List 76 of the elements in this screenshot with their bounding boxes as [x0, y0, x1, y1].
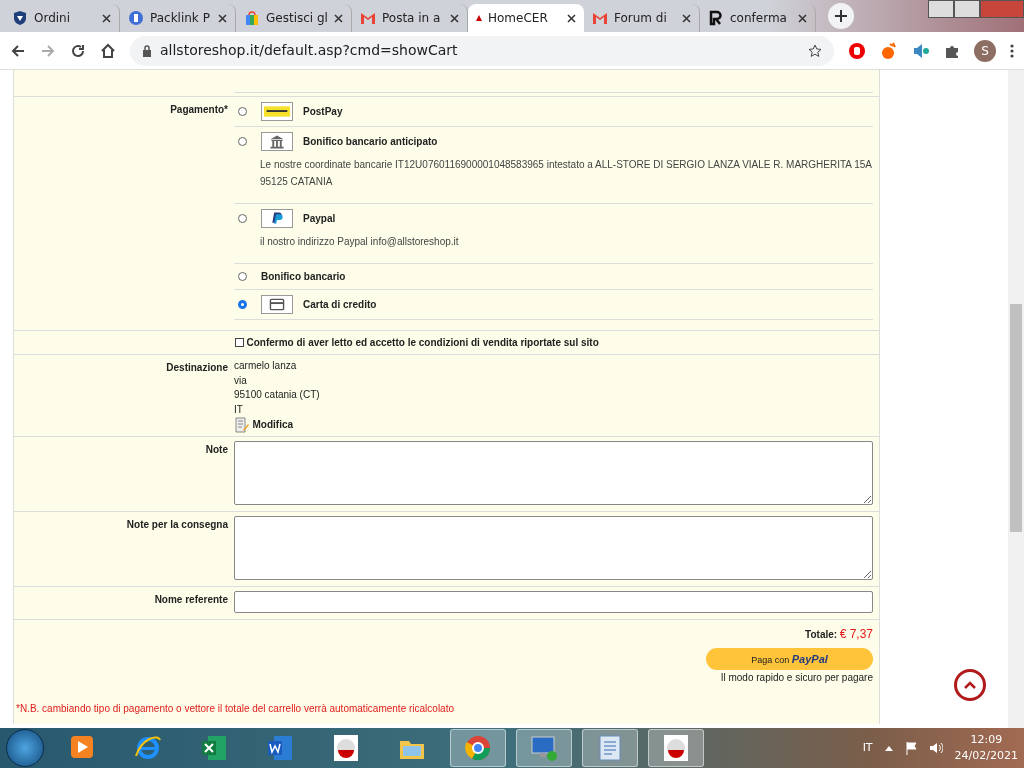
- caret-up-icon: [964, 681, 976, 689]
- text-area[interactable]: [234, 441, 873, 505]
- footnote: *N.B. cambiando tipo di pagamento o vettore il totale del carrello verrà automaticamente ricalcolato: [15, 702, 455, 716]
- field-label: Note per la consegna: [125, 518, 229, 532]
- lock-icon: [142, 44, 152, 57]
- close-icon[interactable]: [102, 13, 111, 23]
- reload-icon[interactable]: [70, 42, 86, 59]
- total-label: Totale:: [805, 628, 838, 642]
- payment-option-label[interactable]: Paypal: [303, 211, 336, 226]
- menu-icon[interactable]: [1010, 42, 1014, 59]
- mail-icon: [592, 10, 608, 26]
- field-label: Pagamento*: [169, 103, 229, 117]
- home-icon[interactable]: [100, 42, 116, 59]
- payment-option-label[interactable]: Bonifico bancario: [261, 269, 346, 284]
- field-label: Nome referente: [153, 593, 229, 607]
- logo-icon[interactable]: [880, 41, 898, 60]
- url-text: allstoreshop.it/default.asp?cmd=showCart: [160, 41, 459, 60]
- paypal-button[interactable]: Paga con PayPal: [706, 648, 873, 670]
- taskbar-app[interactable]: [516, 729, 572, 767]
- flag-icon[interactable]: [904, 741, 917, 755]
- radio-button[interactable]: [238, 214, 247, 223]
- caret-up-icon[interactable]: [884, 745, 893, 751]
- shield-icon: [12, 10, 28, 26]
- radio-button[interactable]: [238, 137, 247, 146]
- browser-tab[interactable]: HomeCER: [468, 4, 584, 32]
- radio-button[interactable]: [238, 300, 247, 309]
- star-icon[interactable]: [808, 43, 822, 58]
- edit-note-icon: [234, 417, 250, 433]
- badge-icon: [128, 10, 144, 26]
- text-area[interactable]: [234, 516, 873, 580]
- payment-option-label[interactable]: Bonifico bancario anticipato: [303, 134, 438, 149]
- volume-icon[interactable]: [928, 741, 943, 755]
- payment-note: Le nostre coordinate bancarie IT12U0760116900001048583965 intestato a ALL-STORE DI SERGIO LANZA VIALE R. MARGHERITA 15A 95125 CATANIA: [259, 158, 873, 189]
- mail-icon: [360, 10, 376, 26]
- asterisk-icon: [476, 15, 482, 21]
- radio-button[interactable]: [238, 272, 247, 281]
- back-icon[interactable]: [10, 42, 26, 59]
- address-bar[interactable]: allstoreshop.it/default.asp?cmd=showCart: [130, 35, 834, 66]
- start-button[interactable]: [6, 729, 44, 767]
- close-icon[interactable]: [334, 13, 343, 23]
- paypal-caption: Il modo rapido e sicuro per pagare: [720, 671, 873, 685]
- address-line: carmelo lanza: [234, 359, 298, 373]
- close-icon[interactable]: [798, 13, 807, 23]
- plus-icon: [835, 10, 847, 22]
- close-icon[interactable]: [682, 13, 691, 23]
- speaker-icon[interactable]: [912, 41, 930, 60]
- close-icon[interactable]: [218, 13, 227, 23]
- checkbox-label: Confermo di aver letto ed accetto le condizioni di vendita riportate sul sito: [246, 336, 599, 350]
- payment-option-label[interactable]: Carta di credito: [303, 297, 377, 312]
- edit-link[interactable]: Modifica: [252, 417, 294, 433]
- close-icon[interactable]: [450, 13, 459, 23]
- payment-note: il nostro indirizzo Paypal info@allstoreshop.it: [259, 235, 460, 249]
- stop-hand-icon[interactable]: [848, 41, 866, 60]
- minimize-button[interactable]: [928, 0, 954, 18]
- field-label: Destinazione: [165, 361, 229, 375]
- checkbox[interactable]: [235, 338, 244, 347]
- new-tab-button[interactable]: [828, 3, 854, 29]
- address-line: 95100 catania (CT): [234, 388, 321, 402]
- clock-time[interactable]: 12:09: [954, 731, 1018, 748]
- clock-date[interactable]: 24/02/2021: [954, 748, 1018, 765]
- total-value: € 7,37: [839, 626, 873, 643]
- restore-button[interactable]: [954, 0, 980, 18]
- input-field[interactable]: [234, 591, 873, 613]
- shopping-bag-icon: [244, 10, 260, 26]
- taskbar-app[interactable]: [450, 729, 506, 767]
- letter-r-icon: [708, 10, 724, 26]
- payment-option-label[interactable]: PostPay: [303, 104, 343, 119]
- profile-avatar[interactable]: S: [974, 39, 996, 62]
- taskbar-app[interactable]: [648, 729, 704, 767]
- radio-button[interactable]: [238, 107, 247, 116]
- address-line: via: [234, 373, 248, 388]
- field-label: Note: [204, 443, 229, 457]
- scrollbar[interactable]: [1008, 70, 1024, 728]
- close-icon[interactable]: [567, 13, 576, 23]
- language-indicator[interactable]: IT: [862, 739, 873, 757]
- address-line: IT: [234, 402, 244, 417]
